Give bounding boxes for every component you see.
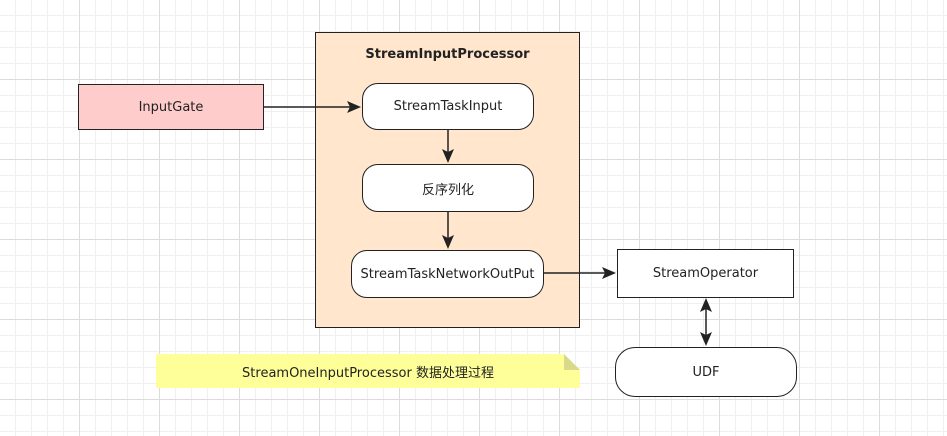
edge-networkoutput-to-streamoperator (544, 267, 616, 279)
edge-inputgate-to-streamtaskinput (264, 101, 361, 113)
edge-deserialize-to-networkoutput (442, 212, 454, 249)
note-caption: StreamOneInputProcessor 数据处理过程 (156, 354, 580, 388)
edge-streamoperator-udf-bidirectional (700, 298, 712, 346)
edge-streamtaskinput-to-deserialize (442, 130, 454, 163)
